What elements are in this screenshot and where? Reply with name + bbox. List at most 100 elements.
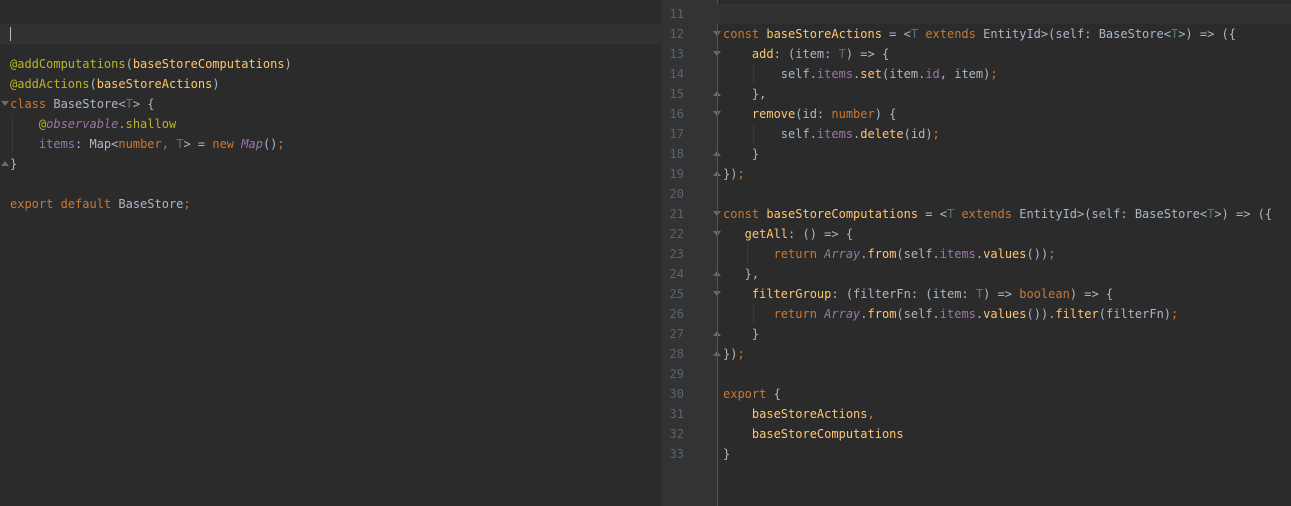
code-token: return — [723, 247, 825, 261]
code-token: items — [939, 307, 976, 321]
code-text: return Array.from(self.items.values()); — [723, 244, 1056, 264]
code-token: } — [723, 447, 731, 461]
code-line[interactable] — [0, 34, 661, 54]
code-token: items — [939, 247, 976, 261]
code-token: } — [723, 327, 760, 341]
code-token: } — [10, 157, 18, 171]
code-line[interactable]: remove(id: number) { — [662, 104, 1291, 124]
code-token: from — [867, 247, 897, 261]
code-line[interactable]: }); — [662, 344, 1291, 364]
right-editor-pane[interactable]: 11 12 13 14 15 16 17 18 19 20 21 22 23 24 25 26 27 28 29 30… — [662, 0, 1291, 506]
code-token: number — [118, 137, 162, 151]
code-token: (id: — [795, 107, 832, 121]
code-line[interactable] — [662, 4, 1291, 24]
code-token: }, — [723, 87, 767, 101]
code-token: @ — [10, 117, 47, 131]
code-token: id — [925, 67, 940, 81]
code-line[interactable]: @addComputations(baseStoreComputations) — [0, 54, 661, 74]
code-line[interactable]: export default BaseStore; — [0, 194, 661, 214]
code-text: self.items.delete(id); — [723, 124, 940, 144]
code-token: self. — [723, 67, 817, 81]
code-token: T — [910, 27, 926, 41]
code-token: , — [867, 407, 875, 421]
code-line[interactable]: } — [662, 324, 1291, 344]
code-line[interactable] — [662, 184, 1291, 204]
code-token: T — [125, 97, 133, 111]
code-text: }, — [723, 264, 759, 284]
code-token: BaseStore — [118, 197, 184, 211]
code-line[interactable]: }); — [662, 164, 1291, 184]
code-token: ; — [277, 137, 285, 151]
code-token: new — [212, 137, 242, 151]
code-line[interactable]: }, — [662, 264, 1291, 284]
code-line[interactable]: return Array.from(self.items.values()).f… — [662, 304, 1291, 324]
code-token: EntityId>(self: BaseStore< — [983, 27, 1171, 41]
code-text: @addComputations(baseStoreComputations) — [10, 54, 292, 74]
code-token: = < — [881, 27, 911, 41]
code-token: add — [723, 47, 774, 61]
code-line[interactable]: @observable.shallow — [0, 114, 661, 134]
code-token: baseStoreComputations — [766, 207, 919, 221]
code-token: T — [838, 47, 846, 61]
code-text: return Array.from(self.items.values()).f… — [723, 304, 1179, 324]
code-token: ; — [737, 347, 745, 361]
code-token: ) => { — [845, 47, 890, 61]
code-text: } — [723, 324, 759, 344]
code-token: , item) — [939, 67, 991, 81]
code-text: }); — [723, 164, 745, 184]
code-text: const baseStoreComputations = <T extends… — [723, 204, 1272, 224]
code-line[interactable]: }, — [662, 84, 1291, 104]
code-token: (self. — [896, 247, 940, 261]
code-line[interactable]: getAll: () => { — [662, 224, 1291, 244]
code-token: items — [816, 127, 854, 141]
indent-guide — [753, 64, 754, 84]
left-editor-pane[interactable]: @addComputations(baseStoreComputations) @… — [0, 0, 661, 506]
code-line[interactable]: @addActions(baseStoreActions) — [0, 74, 661, 94]
code-line[interactable] — [0, 174, 661, 194]
code-token: } — [723, 147, 760, 161]
code-line[interactable]: } — [662, 444, 1291, 464]
code-token: self. — [723, 127, 817, 141]
code-line[interactable]: self.items.set(item.id, item); — [662, 64, 1291, 84]
fold-open-icon[interactable] — [1, 101, 9, 106]
code-token: baseStoreActions — [723, 407, 868, 421]
code-line[interactable] — [662, 364, 1291, 384]
code-line[interactable]: export { — [662, 384, 1291, 404]
indent-guide — [12, 114, 13, 154]
code-token: >) => ({ — [1214, 207, 1273, 221]
code-line[interactable]: self.items.delete(id); — [662, 124, 1291, 144]
code-text: self.items.set(item.id, item); — [723, 64, 998, 84]
code-line[interactable]: baseStoreActions, — [662, 404, 1291, 424]
code-token: }) — [723, 167, 738, 181]
code-line[interactable]: return Array.from(self.items.values()); — [662, 244, 1291, 264]
code-line[interactable]: class BaseStore<T> { — [0, 94, 661, 114]
code-line[interactable]: add: (item: T) => { — [662, 44, 1291, 64]
code-token: export — [723, 387, 774, 401]
code-line[interactable]: items: Map<number, T> = new Map(); — [0, 134, 661, 154]
code-token: ; — [932, 127, 940, 141]
code-token: (item. — [881, 67, 926, 81]
fold-close-icon[interactable] — [1, 161, 9, 166]
code-line[interactable]: const baseStoreActions = <T extends Enti… — [662, 24, 1291, 44]
code-token: ) { — [874, 107, 897, 121]
code-text: class BaseStore<T> { — [10, 94, 155, 114]
code-line[interactable]: } — [662, 144, 1291, 164]
code-token: >) => ({ — [1178, 27, 1236, 41]
code-token: T — [946, 207, 962, 221]
code-token: extends — [925, 27, 984, 41]
code-line[interactable]: } — [0, 154, 661, 174]
code-line[interactable]: const baseStoreComputations = <T extends… — [662, 204, 1291, 224]
code-token: filterGroup — [723, 287, 832, 301]
code-token: @addComputations — [10, 57, 126, 71]
code-line[interactable]: filterGroup: (filterFn: (item: T) => boo… — [662, 284, 1291, 304]
code-token: { — [773, 387, 781, 401]
code-text: getAll: () => { — [723, 224, 853, 244]
indent-guide — [753, 304, 754, 324]
code-text: items: Map<number, T> = new Map(); — [10, 134, 285, 154]
code-token: extends — [961, 207, 1020, 221]
code-line[interactable]: baseStoreComputations — [662, 424, 1291, 444]
code-token: ; — [1171, 307, 1179, 321]
code-token: baseStoreComputations — [132, 57, 285, 71]
code-token: > = — [183, 137, 213, 151]
code-text: filterGroup: (filterFn: (item: T) => boo… — [723, 284, 1113, 304]
